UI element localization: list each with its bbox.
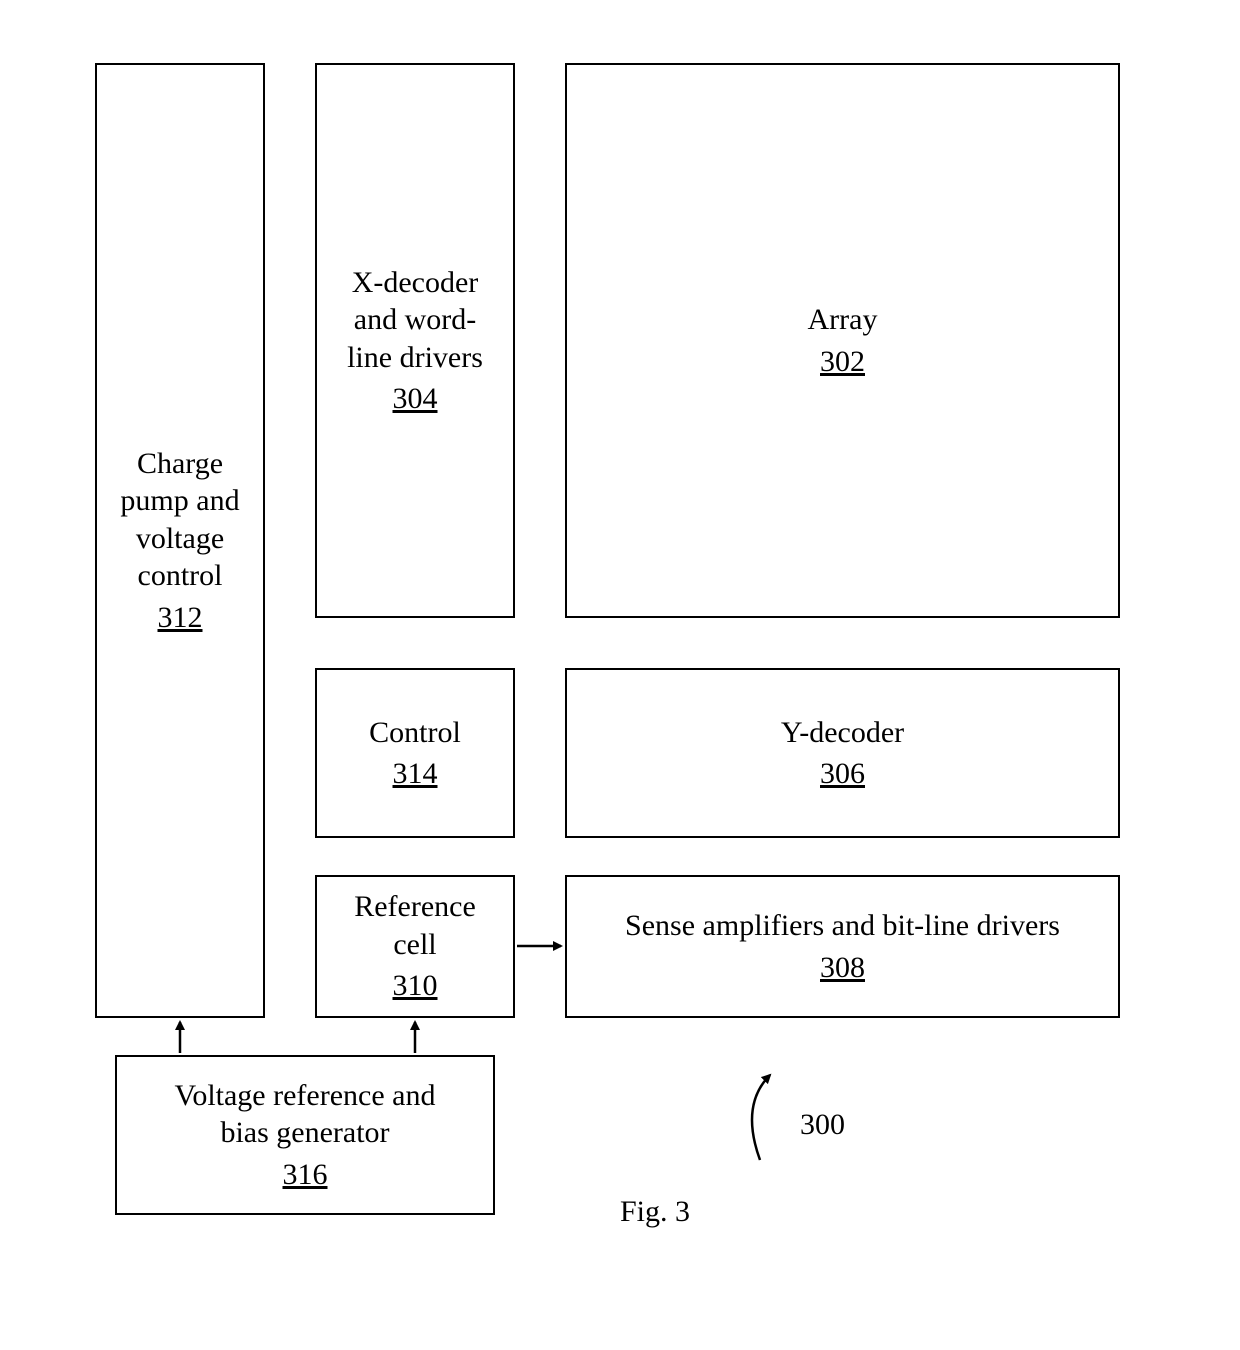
- block-ref: 302: [820, 343, 865, 381]
- block-x-decoder: X-decoder and word-line drivers 304: [315, 63, 515, 618]
- diagram-stage: Charge pump and voltage control 312 X-de…: [0, 0, 1240, 1350]
- block-label: Control: [369, 714, 461, 752]
- figure-caption: Fig. 3: [620, 1195, 690, 1229]
- block-ref: 310: [393, 967, 438, 1005]
- block-y-decoder: Y-decoder 306: [565, 668, 1120, 838]
- block-label: X-decoder and word-line drivers: [335, 264, 495, 377]
- block-ref: 306: [820, 755, 865, 793]
- block-ref: 308: [820, 949, 865, 987]
- block-sense-amp: Sense amplifiers and bit-line drivers 30…: [565, 875, 1120, 1018]
- block-ref: 312: [158, 599, 203, 637]
- block-control: Control 314: [315, 668, 515, 838]
- block-label: Array: [808, 301, 878, 339]
- block-volt-ref: Voltage reference and bias generator 316: [115, 1055, 495, 1215]
- block-label: Reference cell: [335, 888, 495, 963]
- block-label: Charge pump and voltage control: [105, 445, 255, 595]
- leader-figure-number: [752, 1075, 770, 1160]
- block-ref: 314: [393, 755, 438, 793]
- block-array: Array 302: [565, 63, 1120, 618]
- block-label: Y-decoder: [781, 714, 904, 752]
- block-ref: 304: [393, 380, 438, 418]
- block-ref-cell: Reference cell 310: [315, 875, 515, 1018]
- block-label: Voltage reference and bias generator: [155, 1077, 455, 1152]
- block-charge-pump: Charge pump and voltage control 312: [95, 63, 265, 1018]
- figure-number: 300: [800, 1108, 845, 1142]
- block-ref: 316: [283, 1156, 328, 1194]
- block-label: Sense amplifiers and bit-line drivers: [625, 907, 1060, 945]
